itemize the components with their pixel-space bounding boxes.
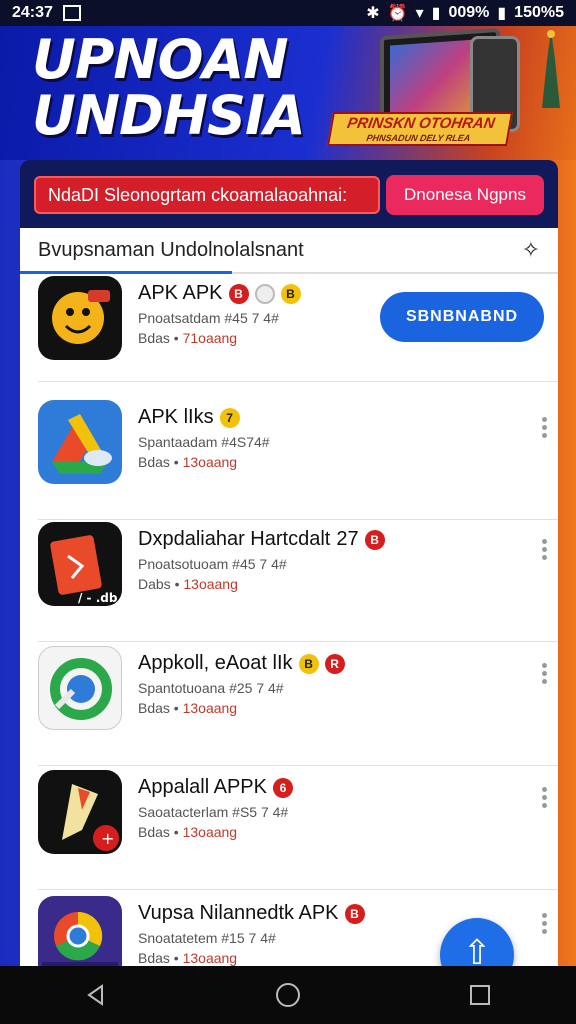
app-meta-2: Bdas • 13oaang (138, 950, 237, 966)
recents-icon (470, 985, 490, 1005)
monument-icon (542, 30, 560, 108)
badge-icon: B (298, 653, 319, 674)
app-meta-label: Bdas • (138, 330, 179, 346)
app-meta: Saoatacterlam #S5 7 4# (138, 804, 289, 820)
app-meta-label: Bdas • (138, 824, 179, 840)
app-icon-redbox: / - .db (38, 522, 122, 606)
puzzle-icon[interactable]: ✧ (522, 237, 540, 263)
tab-indicator (20, 271, 232, 274)
app-list-panel: Bvupsnaman Undolnolalsnant ✧ APK APK B B… (20, 228, 558, 968)
app-icon-circle (38, 646, 122, 730)
status-icons: ✱ ⏰ ▾ ▮ 009% ▮ 150%5 (366, 3, 564, 23)
app-meta-2: Bdas • 71oaang (138, 330, 237, 346)
app-name-text: Dxpdaliahar Hartcdalt (138, 528, 331, 550)
app-name: Appalall APPK 6 (138, 776, 293, 799)
app-icon-emoji (38, 276, 122, 360)
badge-icon: 6 (272, 777, 293, 798)
list-item[interactable]: APK APK B B Pnoatsatdam #45 7 4# Bdas • … (38, 276, 558, 382)
banner-title-line1: UPNOAN (32, 28, 289, 91)
banner-title-line2: UNDHSIA (32, 84, 306, 147)
battery-percent: 009% (448, 4, 490, 21)
app-meta-2: Bdas • 13oaang (138, 824, 237, 840)
app-meta: Pnoatsotuoam #45 7 4# (138, 556, 287, 572)
more-options-icon[interactable] (542, 536, 550, 563)
more-options-icon[interactable] (542, 414, 550, 441)
app-name: APK lIks 7 (138, 406, 240, 429)
download-button[interactable]: SBNBNABND (380, 292, 544, 342)
app-name-text: APK lIks (138, 406, 214, 428)
app-meta: Snoatatetem #15 7 4# (138, 930, 276, 946)
badge-icon: 7 (219, 407, 240, 428)
app-name-text: Appkoll, eAoat lIk (138, 652, 293, 674)
app-meta-label: Dabs • (138, 576, 180, 592)
badge-icon: B (280, 283, 301, 304)
app-name: Dxpdaliahar Hartcdalt 27 B (138, 528, 385, 551)
app-meta-2: Bdas • 13oaang (138, 700, 237, 716)
notice-strip: NdaDI Sleonogrtam ckoamalaoahnai: Dnones… (20, 160, 558, 230)
list-item[interactable]: + Appalall APPK 6 Saoatacterlam #S5 7 4#… (38, 770, 558, 890)
more-options-icon[interactable] (542, 660, 550, 687)
panel-title: Bvupsnaman Undolnolalsnant (38, 238, 304, 261)
badge-icon: R (324, 653, 345, 674)
bluetooth-icon: ✱ (366, 5, 380, 22)
banner-title: UPNOAN UNDHSIA (32, 28, 306, 147)
list-item[interactable]: Appkoll, eAoat lIk B R Spantotuoana #25 … (38, 646, 558, 766)
app-meta-2: Dabs • 13oaang (138, 576, 238, 592)
badge-icon: B (228, 283, 249, 304)
app-name-text: Appalall APPK (138, 776, 267, 798)
recents-button[interactable] (460, 975, 500, 1015)
banner-tag: PRINSKN OTOHRAN PHNSADUN DELY RLEA (327, 112, 513, 146)
banner-tag-sub: PHNSADUN DELY RLEA (365, 133, 472, 143)
app-icon-p: + (38, 770, 122, 854)
app-meta-label: Bdas • (138, 700, 179, 716)
badge-icon (254, 283, 275, 304)
more-options-icon[interactable] (542, 910, 550, 937)
app-name: Vupsa Nilannedtk APK B (138, 902, 365, 925)
wifi-icon: ▾ (415, 5, 424, 22)
home-button[interactable] (268, 975, 308, 1015)
app-name-text: Vupsa Nilannedtk APK (138, 902, 339, 924)
app-name-text: APK APK (138, 282, 223, 304)
signal-icon: ▮ (431, 5, 441, 22)
badge-icon: B (364, 529, 385, 550)
home-icon (276, 983, 300, 1007)
app-meta-value: 13oaang (182, 824, 238, 840)
app-meta-value: 13oaang (183, 576, 238, 592)
panel-header: Bvupsnaman Undolnolalsnant ✧ (20, 228, 558, 274)
battery-icon: ▮ (497, 5, 507, 22)
app-icon-drive (38, 400, 122, 484)
status-bar: 24:37 ✱ ⏰ ▾ ▮ 009% ▮ 150%5 (0, 0, 576, 26)
banner-tag-main: PRINSKN OTOHRAN (345, 115, 497, 132)
app-icon-chrome (38, 896, 122, 968)
app-meta-value: 13oaang (182, 700, 238, 716)
notice-text: NdaDI Sleonogrtam ckoamalaoahnai: (34, 176, 380, 214)
badge-icon: B (344, 903, 365, 924)
app-meta-value: 13oaang (182, 950, 238, 966)
alarm-icon: ⏰ (387, 5, 408, 22)
app-name-suffix: 27 (336, 528, 359, 550)
app-meta-value: 13oaang (182, 454, 238, 470)
app-meta-label: Bdas • (138, 454, 179, 470)
app-name: APK APK B B (138, 282, 301, 305)
app-meta: Spantotuoana #25 7 4# (138, 680, 284, 696)
more-options-icon[interactable] (542, 784, 550, 811)
app-meta-value: 71oaang (182, 330, 238, 346)
screenshot-icon (62, 5, 81, 21)
back-icon (87, 984, 103, 1006)
back-button[interactable] (76, 975, 116, 1015)
status-extra: 150%5 (514, 4, 564, 21)
app-meta: Pnoatsatdam #45 7 4# (138, 310, 279, 326)
app-name: Appkoll, eAoat lIk B R (138, 652, 345, 675)
list-item[interactable]: APK lIks 7 Spantaadam #4S74# Bdas • 13oa… (38, 400, 558, 520)
system-nav-bar (0, 966, 576, 1024)
svg-text:/ - .db: / - .db (78, 591, 118, 605)
app-meta: Spantaadam #4S74# (138, 434, 270, 450)
clock: 24:37 (12, 4, 53, 21)
svg-text:+: + (101, 829, 114, 848)
list-item[interactable]: / - .db Dxpdaliahar Hartcdalt 27 B Pnoat… (38, 522, 558, 642)
app-meta-label: Bdas • (138, 950, 179, 966)
cta-button[interactable]: Dnonesa Ngpns (386, 175, 544, 215)
app-meta-2: Bdas • 13oaang (138, 454, 237, 470)
promo-banner[interactable]: UPNOAN UNDHSIA PRINSKN OTOHRAN PHNSADUN … (0, 26, 576, 160)
